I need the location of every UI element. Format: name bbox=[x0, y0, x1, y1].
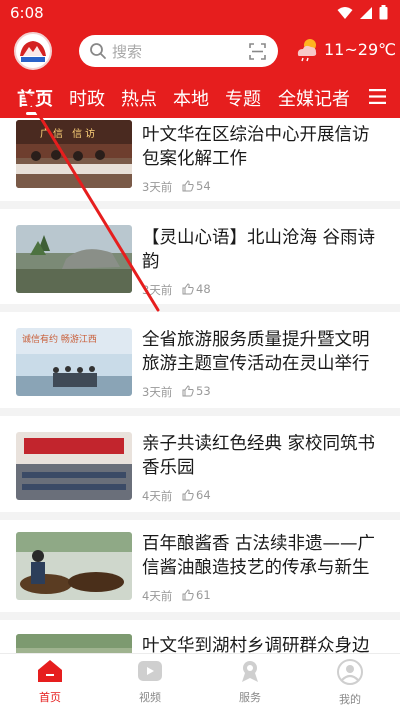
search-bar[interactable]: 搜索 bbox=[79, 35, 278, 67]
tab-reporters[interactable]: 全媒记者 bbox=[278, 85, 350, 111]
news-time: 4天前 bbox=[142, 589, 173, 603]
divider bbox=[0, 201, 400, 209]
news-thumbnail bbox=[16, 225, 132, 293]
search-placeholder: 搜索 bbox=[112, 43, 143, 61]
nav-profile[interactable]: 我的 bbox=[310, 659, 390, 707]
nav-label: 首页 bbox=[39, 691, 61, 704]
weather-icon bbox=[297, 39, 317, 62]
news-thumbnail bbox=[16, 432, 132, 500]
status-time: 6:08 bbox=[10, 4, 44, 22]
tab-topics[interactable]: 专题 bbox=[225, 85, 261, 111]
nav-label: 服务 bbox=[239, 691, 261, 704]
news-likes: 64 bbox=[182, 488, 211, 502]
thumbs-up-icon bbox=[182, 180, 194, 192]
news-item[interactable]: 叶文华到湖村乡调研群众身边 bbox=[0, 630, 400, 653]
battery-icon bbox=[379, 5, 388, 20]
news-title: 叶文华在区综治中心开展信访包案化解工作 bbox=[142, 125, 370, 169]
news-title: 叶文华到湖村乡调研群众身边 bbox=[142, 636, 370, 653]
app-header: 6:08 搜索 11~29℃ 首页 时政 热点 本地 专题 全媒记者 bbox=[0, 0, 400, 118]
divider bbox=[0, 304, 400, 312]
news-likes: 61 bbox=[182, 588, 211, 602]
news-thumbnail: 诚信有约 畅游江西 bbox=[16, 328, 132, 396]
wifi-icon bbox=[337, 6, 353, 19]
news-title: 亲子共读红色经典 家校同筑书香乐园 bbox=[142, 434, 376, 478]
divider bbox=[0, 512, 400, 520]
scan-icon[interactable] bbox=[249, 43, 266, 60]
news-time: 3天前 bbox=[142, 385, 173, 399]
home-icon bbox=[38, 660, 62, 682]
nav-home[interactable]: 首页 bbox=[10, 659, 90, 705]
news-time: 3天前 bbox=[142, 283, 173, 297]
tab-hot[interactable]: 热点 bbox=[121, 85, 157, 111]
video-icon bbox=[138, 661, 162, 681]
news-title: 全省旅游服务质量提升暨文明旅游主题宣传活动在灵山举行 bbox=[142, 330, 370, 374]
service-icon bbox=[242, 661, 258, 682]
nav-service[interactable]: 服务 bbox=[210, 659, 290, 705]
news-likes: 48 bbox=[182, 282, 211, 296]
thumbs-up-icon bbox=[182, 283, 194, 295]
bottom-navigation: 首页 视频 服务 我的 bbox=[0, 653, 400, 712]
news-thumbnail: 广信 信访 bbox=[16, 120, 132, 188]
divider bbox=[0, 612, 400, 620]
active-tab-indicator bbox=[26, 112, 38, 115]
menu-icon[interactable] bbox=[369, 89, 386, 104]
news-thumbnail bbox=[16, 634, 132, 653]
news-time: 4天前 bbox=[142, 489, 173, 503]
news-thumbnail bbox=[16, 532, 132, 600]
weather-temperature: 11~29℃ bbox=[324, 39, 397, 59]
news-likes: 54 bbox=[182, 179, 211, 193]
thumbs-up-icon bbox=[182, 489, 194, 501]
thumbnail-caption: 广信 信访 bbox=[40, 129, 99, 140]
thumbs-up-icon bbox=[182, 385, 194, 397]
tab-home[interactable]: 首页 bbox=[17, 85, 53, 111]
news-feed: 广信 信访 叶文华在区综治中心开展信访包案化解工作 3天前 54 【灵山心语】北… bbox=[0, 118, 400, 653]
status-icons bbox=[337, 5, 388, 20]
search-icon bbox=[90, 43, 106, 59]
nav-label: 我的 bbox=[339, 693, 361, 706]
logo-icon bbox=[20, 41, 46, 62]
signal-icon bbox=[360, 6, 372, 19]
weather-widget[interactable]: 11~29℃ bbox=[294, 36, 396, 62]
status-bar: 6:08 bbox=[0, 0, 400, 28]
news-time: 3天前 bbox=[142, 180, 173, 194]
app-logo[interactable] bbox=[14, 32, 52, 70]
divider bbox=[0, 408, 400, 416]
thumbnail-caption: 诚信有约 畅游江西 bbox=[22, 335, 97, 345]
news-title: 【灵山心语】北山沧海 谷雨诗韵 bbox=[142, 228, 376, 272]
tab-politics[interactable]: 时政 bbox=[69, 85, 105, 111]
profile-icon bbox=[337, 659, 363, 685]
news-likes: 53 bbox=[182, 384, 211, 398]
category-tabs: 首页 时政 热点 本地 专题 全媒记者 bbox=[0, 80, 400, 115]
nav-video[interactable]: 视频 bbox=[110, 659, 190, 705]
nav-label: 视频 bbox=[139, 691, 161, 704]
thumbs-up-icon bbox=[182, 589, 194, 601]
tab-local[interactable]: 本地 bbox=[173, 85, 209, 111]
news-title: 百年酿酱香 古法续非遗——广信酱油酿造技艺的传承与新生 bbox=[142, 534, 376, 578]
